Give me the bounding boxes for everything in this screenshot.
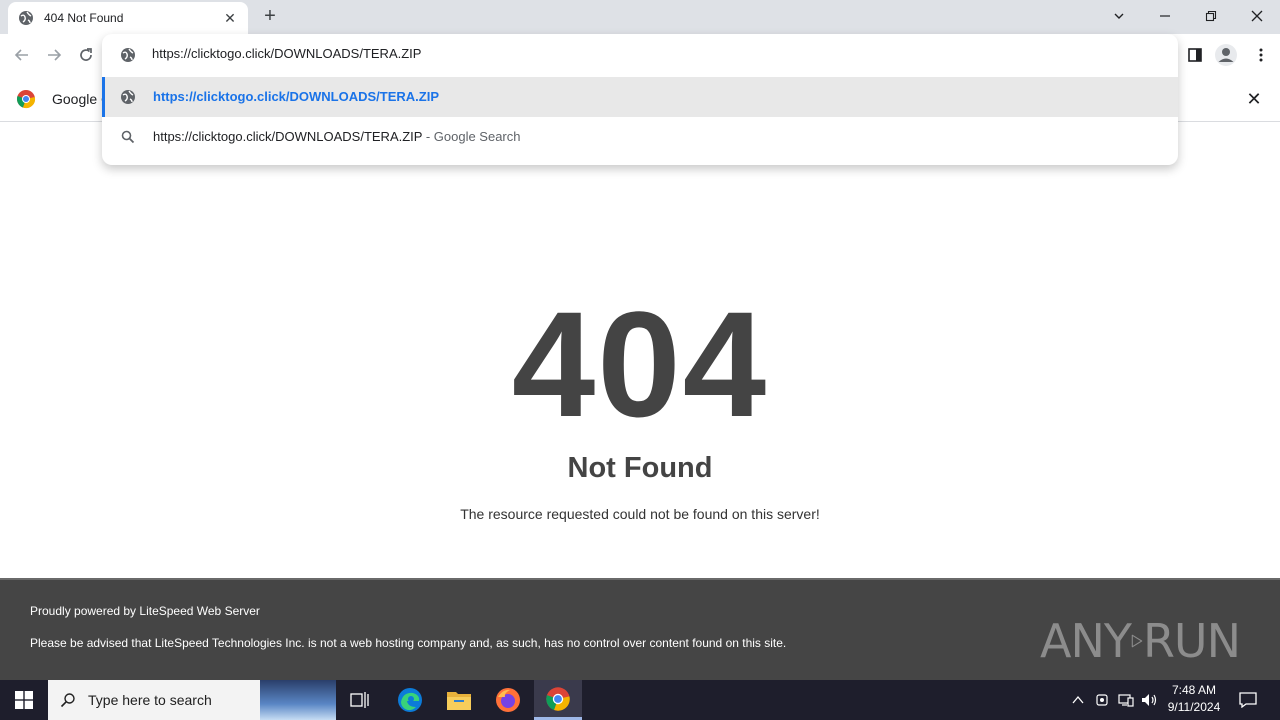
screen: 404 Not Found ✕ + Google C ✕ https://cli…: [0, 0, 1280, 720]
tab-title: 404 Not Found: [44, 11, 124, 25]
info-bar-close-icon[interactable]: ✕: [1244, 89, 1264, 109]
watermark-right: RUN: [1142, 614, 1241, 668]
start-button[interactable]: [0, 680, 48, 720]
chrome-logo-icon: [16, 90, 36, 109]
play-icon: [1131, 634, 1143, 648]
suggestion-search-text: https://clicktogo.click/DOWNLOADS/TERA.Z…: [153, 129, 521, 144]
toolbar-right: [1170, 34, 1280, 76]
taskbar-search-placeholder: Type here to search: [88, 692, 212, 708]
footer-powered-by: Proudly powered by LiteSpeed Web Server: [30, 604, 260, 618]
network-icon[interactable]: [1114, 680, 1138, 720]
error-code: 404: [511, 280, 769, 448]
firefox-icon[interactable]: [484, 680, 532, 720]
tab-close-icon[interactable]: ✕: [222, 10, 238, 26]
back-icon[interactable]: [11, 44, 33, 66]
search-highlight-image: [260, 680, 336, 720]
omnibox-popup: https://clicktogo.click/DOWNLOADS/TERA.Z…: [102, 34, 1178, 165]
new-tab-icon[interactable]: +: [260, 6, 280, 26]
page-footer: Proudly powered by LiteSpeed Web Server …: [0, 578, 1280, 680]
search-icon: [121, 130, 135, 144]
tab-404-not-found[interactable]: 404 Not Found ✕: [8, 2, 248, 34]
reload-icon[interactable]: [75, 44, 97, 66]
taskbar-clock[interactable]: 7:48 AM 9/11/2024: [1162, 682, 1226, 720]
globe-icon: [121, 48, 135, 62]
restore-icon[interactable]: [1188, 0, 1234, 32]
tab-strip: 404 Not Found ✕ +: [0, 0, 1280, 34]
suggestion-search-query: https://clicktogo.click/DOWNLOADS/TERA.Z…: [153, 129, 423, 144]
omnibox-suggestion-search[interactable]: https://clicktogo.click/DOWNLOADS/TERA.Z…: [102, 117, 1178, 157]
clock-date: 9/11/2024: [1167, 700, 1221, 714]
chrome-taskbar-icon[interactable]: [534, 680, 582, 720]
anyrun-watermark: ANY RUN: [1040, 610, 1241, 672]
taskbar-search-box[interactable]: Type here to search: [48, 680, 336, 720]
menu-kebab-icon[interactable]: [1250, 44, 1272, 66]
file-explorer-icon[interactable]: [435, 680, 483, 720]
page-content: 404 Not Found The resource requested cou…: [0, 122, 1280, 579]
chevron-up-icon[interactable]: [1066, 680, 1090, 720]
system-tray: [1066, 680, 1162, 720]
notifications-icon[interactable]: [1232, 680, 1264, 720]
suggestion-search-suffix: - Google Search: [422, 129, 521, 144]
edge-icon[interactable]: [386, 680, 434, 720]
globe-icon: [121, 90, 135, 104]
error-title: Not Found: [567, 452, 713, 484]
side-panel-icon[interactable]: [1184, 44, 1206, 66]
task-view-icon[interactable]: [336, 680, 384, 720]
clock-time: 7:48 AM: [1171, 683, 1217, 697]
omnibox-suggestion-url[interactable]: https://clicktogo.click/DOWNLOADS/TERA.Z…: [102, 77, 1178, 117]
tab-search-icon[interactable]: [1096, 0, 1142, 32]
volume-icon[interactable]: [1138, 680, 1162, 720]
suggestion-url-text: https://clicktogo.click/DOWNLOADS/TERA.Z…: [153, 89, 440, 104]
omnibox-input-row[interactable]: https://clicktogo.click/DOWNLOADS/TERA.Z…: [102, 34, 1178, 76]
minimize-icon[interactable]: [1142, 0, 1188, 32]
profile-avatar-icon[interactable]: [1214, 43, 1238, 67]
search-icon: [60, 693, 75, 708]
error-description: The resource requested could not be foun…: [460, 506, 820, 522]
footer-disclaimer: Please be advised that LiteSpeed Technol…: [30, 636, 787, 650]
watermark-left: ANY: [1040, 614, 1132, 668]
meet-now-icon[interactable]: [1090, 680, 1114, 720]
omnibox-input[interactable]: https://clicktogo.click/DOWNLOADS/TERA.Z…: [152, 46, 421, 61]
forward-icon[interactable]: [43, 44, 65, 66]
selection-indicator: [102, 77, 105, 117]
close-window-icon[interactable]: [1234, 0, 1280, 32]
taskbar: Type here to search 7:48 AM 9/11/2024: [0, 680, 1280, 720]
globe-icon: [19, 11, 33, 25]
windows-logo-icon: [15, 691, 33, 709]
